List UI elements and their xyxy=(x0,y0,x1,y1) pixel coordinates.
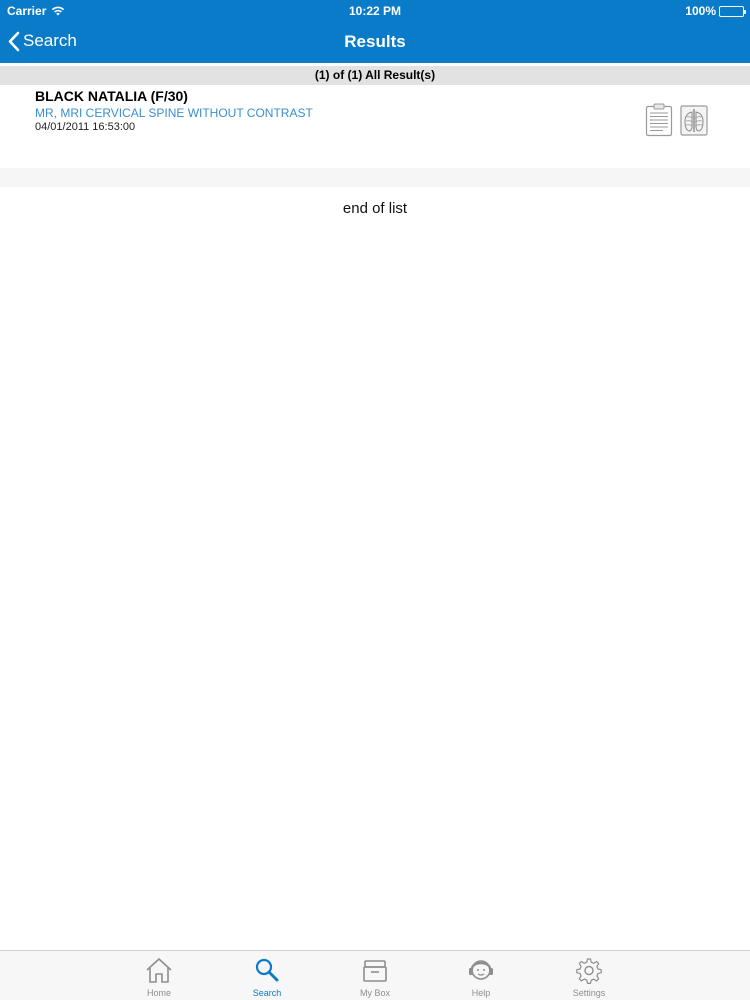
study-datetime: 04/01/2011 16:53:00 xyxy=(35,121,136,133)
home-icon xyxy=(146,958,172,983)
result-row[interactable]: BLACK NATALIA (F/30) MR, MRI CERVICAL SP… xyxy=(0,85,750,168)
help-icon xyxy=(469,960,493,980)
gear-icon xyxy=(576,958,602,984)
tab-help-label: Help xyxy=(471,988,491,998)
patient-name: BLACK NATALIA (F/30) xyxy=(35,88,188,104)
battery-percent: 100% xyxy=(685,4,716,18)
tab-search-label: Search xyxy=(252,988,282,998)
study-description: MR, MRI CERVICAL SPINE WITHOUT CONTRAST xyxy=(35,106,313,120)
battery-indicator: 100% xyxy=(685,4,746,18)
tab-home-label: Home xyxy=(146,988,171,998)
search-icon xyxy=(255,958,279,982)
battery-icon xyxy=(719,5,746,17)
tab-my-box[interactable]: My Box xyxy=(335,951,415,1000)
tab-help[interactable]: Help xyxy=(441,951,521,1000)
list-separator xyxy=(0,168,750,187)
results-count-header: (1) of (1) All Result(s) xyxy=(0,66,750,85)
tab-home[interactable]: Home xyxy=(119,951,199,1000)
tab-settings-label: Settings xyxy=(572,988,606,998)
end-of-list-label: end of list xyxy=(342,200,408,217)
tab-bar: Home Search My Box Help Settings xyxy=(0,950,750,1000)
page-title: Results xyxy=(344,32,406,51)
status-bar: Carrier 10:22 PM 100% xyxy=(0,0,750,22)
navigation-header: Carrier 10:22 PM 100% Search Results xyxy=(0,0,750,63)
xray-icon[interactable] xyxy=(680,105,708,136)
status-time: 10:22 PM xyxy=(348,4,402,18)
report-icon[interactable] xyxy=(645,103,673,137)
tab-settings[interactable]: Settings xyxy=(549,951,629,1000)
tab-my-box-label: My Box xyxy=(359,988,390,998)
box-icon xyxy=(363,960,387,982)
tab-search[interactable]: Search xyxy=(227,951,307,1000)
